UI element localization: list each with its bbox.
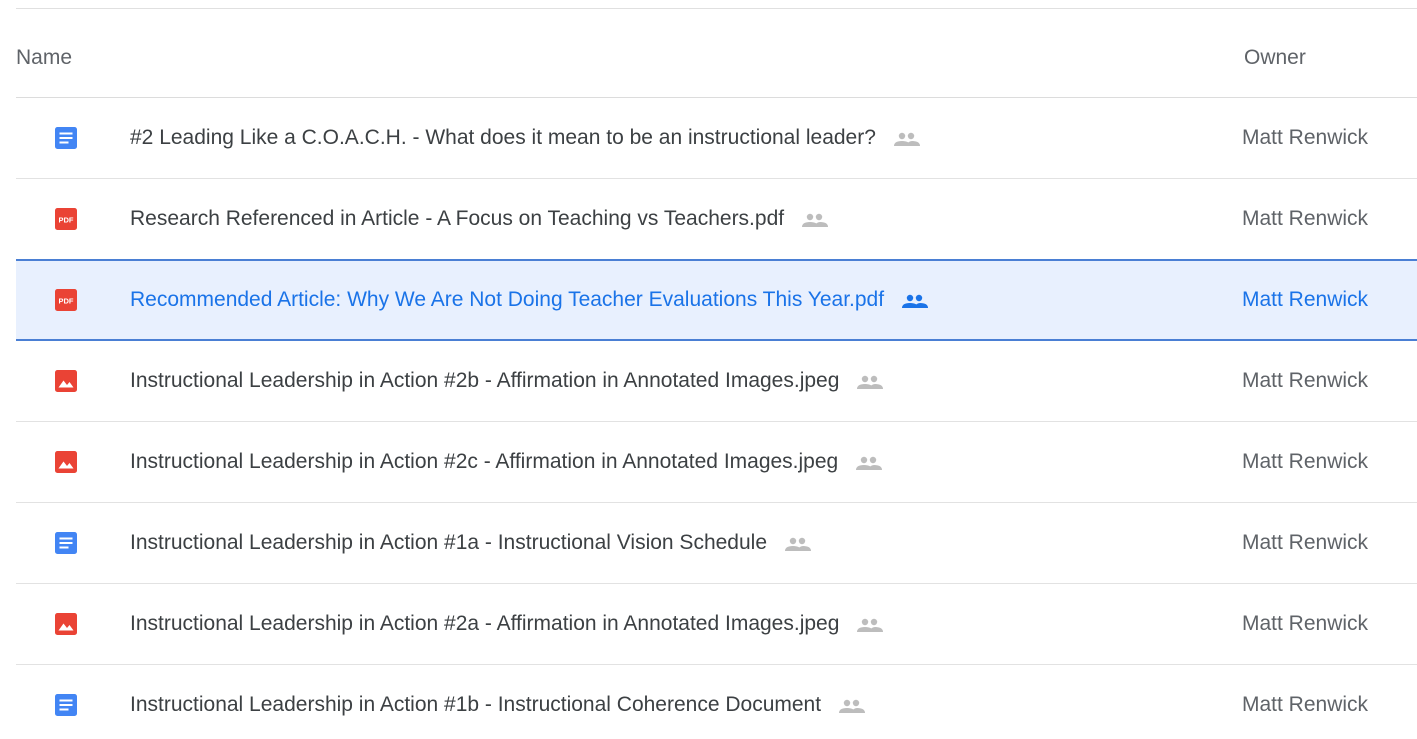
file-name: #2 Leading Like a C.O.A.C.H. - What does…	[130, 126, 876, 149]
file-name: Research Referenced in Article - A Focus…	[130, 207, 785, 230]
owner-name: Matt Renwick	[1242, 612, 1369, 635]
shared-people-icon	[783, 535, 813, 551]
owner-name: Matt Renwick	[1242, 207, 1369, 230]
pdf-icon-text: PDF	[59, 297, 74, 306]
file-row[interactable]: Instructional Leadership in Action #2b -…	[16, 341, 1417, 422]
file-row[interactable]: Instructional Leadership in Action #1b -…	[16, 665, 1417, 739]
shared-people-icon	[800, 211, 830, 227]
pdf-icon-text: PDF	[59, 216, 74, 225]
shared-people-icon	[855, 616, 885, 632]
file-row[interactable]: Instructional Leadership in Action #1a -…	[16, 503, 1417, 584]
file-name: Instructional Leadership in Action #2b -…	[130, 369, 840, 392]
image-icon	[54, 612, 78, 636]
file-name-cell[interactable]: Recommended Article: Why We Are Not Doin…	[130, 288, 930, 312]
file-name-cell[interactable]: Instructional Leadership in Action #2c -…	[130, 450, 884, 474]
file-row[interactable]: PDF Recommended Article: Why We Are Not D…	[16, 259, 1417, 341]
column-header-name[interactable]: Name	[16, 46, 72, 70]
shared-people-icon	[892, 130, 922, 146]
file-name: Instructional Leadership in Action #1a -…	[130, 531, 768, 554]
file-name: Instructional Leadership in Action #2a -…	[130, 612, 840, 635]
owner-name: Matt Renwick	[1242, 288, 1369, 311]
file-name-cell[interactable]: Instructional Leadership in Action #2a -…	[130, 612, 885, 636]
google-doc-icon	[54, 531, 78, 555]
file-row[interactable]: #2 Leading Like a C.O.A.C.H. - What does…	[16, 98, 1417, 179]
file-name: Recommended Article: Why We Are Not Doin…	[130, 288, 885, 311]
file-row[interactable]: Instructional Leadership in Action #2a -…	[16, 584, 1417, 665]
file-name-cell[interactable]: Instructional Leadership in Action #1a -…	[130, 531, 813, 555]
file-rows: #2 Leading Like a C.O.A.C.H. - What does…	[16, 98, 1417, 739]
owner-name: Matt Renwick	[1242, 450, 1369, 473]
owner-name: Matt Renwick	[1242, 369, 1369, 392]
owner-name: Matt Renwick	[1242, 531, 1369, 554]
owner-name: Matt Renwick	[1242, 126, 1369, 149]
google-doc-icon	[54, 126, 78, 150]
column-header-owner[interactable]: Owner	[1244, 46, 1306, 70]
file-name: Instructional Leadership in Action #2c -…	[130, 450, 839, 473]
owner-name: Matt Renwick	[1242, 693, 1369, 716]
pdf-icon: PDF	[54, 207, 78, 231]
file-name-cell[interactable]: #2 Leading Like a C.O.A.C.H. - What does…	[130, 126, 922, 150]
file-name-cell[interactable]: Instructional Leadership in Action #2b -…	[130, 369, 885, 393]
column-header-row: Name Owner	[16, 18, 1417, 98]
shared-people-icon	[854, 454, 884, 470]
top-divider	[16, 8, 1417, 9]
google-doc-icon	[54, 693, 78, 717]
file-row[interactable]: Instructional Leadership in Action #2c -…	[16, 422, 1417, 503]
file-name-cell[interactable]: Research Referenced in Article - A Focus…	[130, 207, 830, 231]
image-icon	[54, 369, 78, 393]
shared-people-icon	[837, 697, 867, 713]
pdf-icon: PDF	[54, 288, 78, 312]
file-name: Instructional Leadership in Action #1b -…	[130, 693, 822, 716]
shared-people-icon	[900, 292, 930, 308]
file-list: Name Owner #2 Leading Like a C.O.A.C.H. …	[0, 0, 1417, 739]
file-name-cell[interactable]: Instructional Leadership in Action #1b -…	[130, 693, 867, 717]
shared-people-icon	[855, 373, 885, 389]
file-row[interactable]: PDF Research Referenced in Article - A Fo…	[16, 179, 1417, 260]
image-icon	[54, 450, 78, 474]
